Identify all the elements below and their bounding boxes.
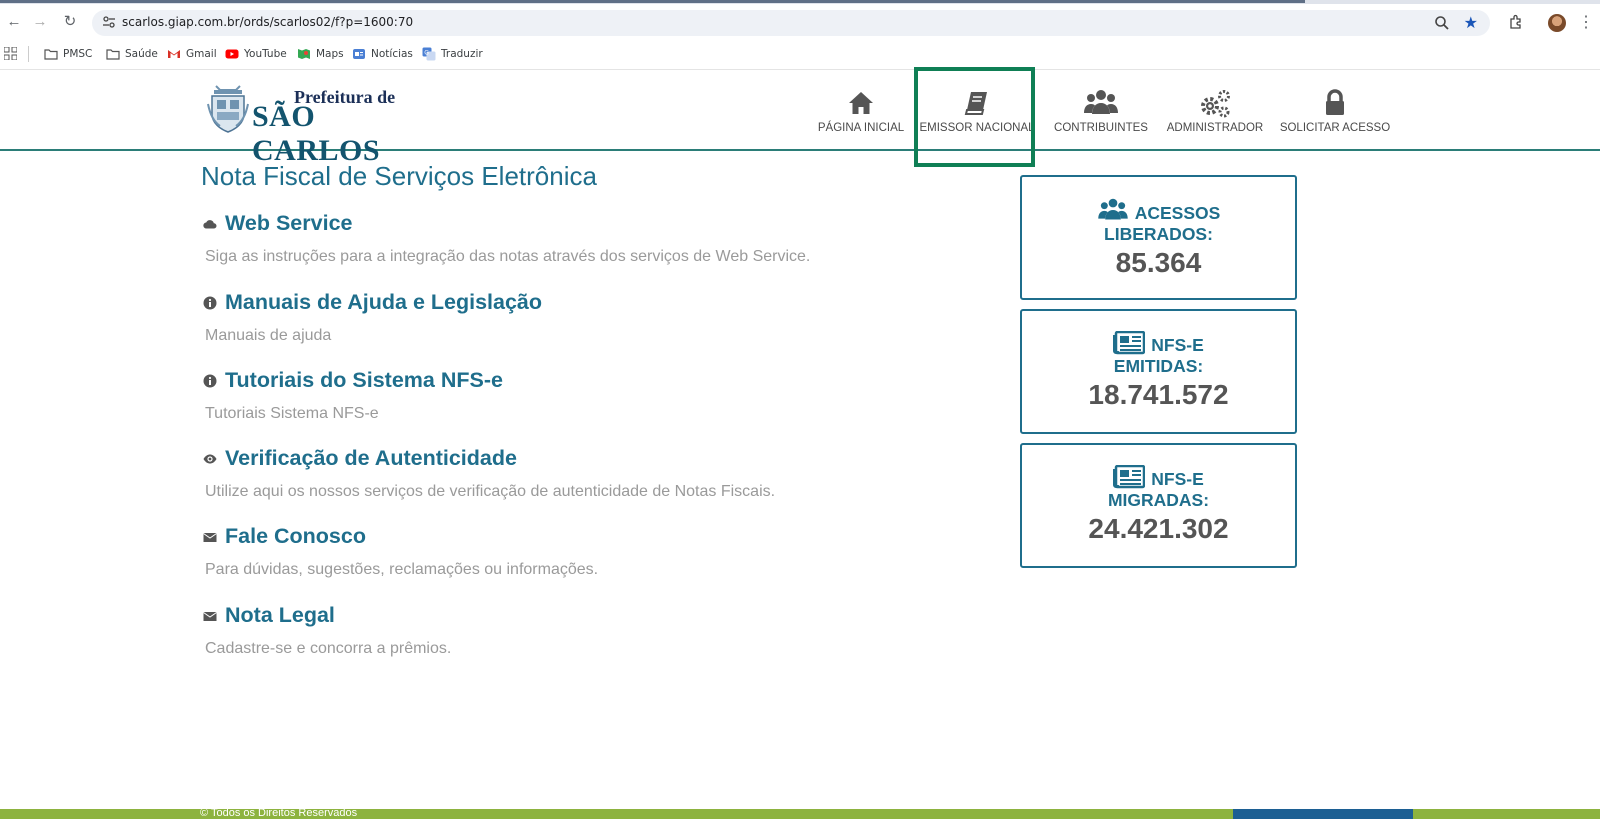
bookmark-label: Traduzir bbox=[441, 48, 483, 60]
stat-label-line1: NFS-E bbox=[1151, 335, 1204, 355]
section-manuais: Manuais de Ajuda e Legislação Manuais de… bbox=[203, 290, 542, 345]
stat-value: 85.364 bbox=[1115, 247, 1202, 278]
bookmark-label: PMSC bbox=[63, 48, 93, 60]
svg-text:G: G bbox=[424, 50, 429, 57]
logo-city-name: SÃO CARLOS bbox=[252, 100, 381, 167]
stat-card-acessos: ACESSOS LIBERADOS: 85.364 bbox=[1020, 175, 1297, 300]
nav-solicitar-acesso[interactable]: SOLICITAR ACESSO bbox=[1276, 88, 1394, 134]
stat-label-line1: NFS-E bbox=[1151, 469, 1204, 489]
gears-icon bbox=[1201, 90, 1230, 118]
bookmark-gmail[interactable]: Gmail bbox=[167, 46, 217, 62]
nav-label: ADMINISTRADOR bbox=[1166, 122, 1264, 134]
section-description: Tutoriais Sistema NFS-e bbox=[205, 405, 379, 422]
forward-icon[interactable]: → bbox=[30, 12, 50, 32]
address-bar[interactable]: scarlos.giap.com.br/ords/scarlos02/f?p=1… bbox=[92, 10, 1490, 36]
section-fale-conosco: Fale Conosco Para dúvidas, sugestões, re… bbox=[203, 524, 598, 579]
footer-blue-tab[interactable] bbox=[1233, 809, 1413, 819]
bookmark-maps[interactable]: Maps bbox=[297, 46, 344, 62]
bookmark-pmsc[interactable]: PMSC bbox=[44, 46, 92, 62]
youtube-icon bbox=[225, 49, 239, 59]
gmail-icon bbox=[168, 50, 180, 58]
news-icon bbox=[353, 49, 365, 59]
city-seal-icon bbox=[207, 85, 249, 133]
stat-card-emitidas: NFS-E EMITIDAS: 18.741.572 bbox=[1020, 309, 1297, 434]
page-title: Nota Fiscal de Serviços Eletrônica bbox=[201, 161, 597, 191]
section-title-link[interactable]: Tutoriais do Sistema NFS-e bbox=[225, 368, 503, 393]
eye-icon bbox=[203, 454, 217, 463]
zoom-icon[interactable] bbox=[1434, 15, 1450, 31]
bookmark-label: Notícias bbox=[371, 48, 413, 60]
stat-label-line1: ACESSOS bbox=[1134, 203, 1221, 223]
info-icon bbox=[203, 296, 217, 309]
folder-icon bbox=[106, 49, 120, 60]
section-description: Siga as instruções para a integração das… bbox=[205, 248, 811, 265]
section-title-link[interactable]: Verificação de Autenticidade bbox=[225, 446, 517, 471]
nav-administrador[interactable]: ADMINISTRADOR bbox=[1163, 88, 1267, 134]
users-icon bbox=[1084, 90, 1118, 114]
home-icon bbox=[849, 92, 873, 114]
bookmarks-divider bbox=[28, 46, 29, 62]
bookmarks-bar: PMSC Saúde Gmail YouTube Maps Notícias G… bbox=[0, 40, 1600, 70]
stat-card-migradas: NFS-E MIGRADAS: 24.421.302 bbox=[1020, 443, 1297, 568]
extensions-icon[interactable] bbox=[1508, 14, 1524, 30]
envelope-icon bbox=[203, 532, 217, 542]
stat-value: 24.421.302 bbox=[1088, 513, 1229, 544]
section-description: Manuais de ajuda bbox=[205, 327, 332, 344]
stat-value: 18.741.572 bbox=[1088, 379, 1229, 410]
bookmark-traduzir[interactable]: G Traduzir bbox=[422, 46, 483, 62]
section-verificacao: Verificação de Autenticidade Utilize aqu… bbox=[203, 446, 775, 501]
bookmark-label: Saúde bbox=[125, 48, 158, 60]
site-header: Prefeitura de SÃO CARLOS PÁGINA INICIAL … bbox=[0, 70, 1600, 167]
lock-icon bbox=[1326, 89, 1344, 115]
nav-pagina-inicial[interactable]: PÁGINA INICIAL bbox=[816, 88, 906, 134]
section-tutoriais: Tutoriais do Sistema NFS-e Tutoriais Sis… bbox=[203, 368, 503, 423]
highlight-annotation-box bbox=[914, 67, 1035, 167]
stat-label-line2: LIBERADOS: bbox=[1104, 224, 1213, 244]
profile-avatar[interactable] bbox=[1548, 14, 1566, 32]
cloud-icon bbox=[203, 219, 217, 229]
bookmark-label: Gmail bbox=[186, 48, 217, 60]
maps-icon bbox=[298, 49, 310, 59]
site-info-icon[interactable] bbox=[102, 15, 116, 29]
section-description: Para dúvidas, sugestões, reclamações ou … bbox=[205, 561, 599, 578]
stat-label-line2: EMITIDAS: bbox=[1113, 356, 1204, 376]
bookmark-saude[interactable]: Saúde bbox=[106, 46, 158, 62]
section-description: Cadastre-se e concorra a prêmios. bbox=[205, 640, 452, 657]
nav-label: CONTRIBUINTES bbox=[1054, 122, 1148, 134]
info-icon bbox=[203, 374, 217, 387]
stat-label-line2: MIGRADAS: bbox=[1107, 490, 1210, 510]
nav-label: SOLICITAR ACESSO bbox=[1279, 122, 1391, 134]
apps-grid-icon[interactable] bbox=[4, 47, 17, 60]
nav-contribuintes[interactable]: CONTRIBUINTES bbox=[1051, 88, 1151, 134]
section-web-service: Web Service Siga as instruções para a in… bbox=[203, 211, 810, 266]
newspaper-icon bbox=[1113, 465, 1146, 489]
translate-icon: G bbox=[422, 47, 436, 61]
prefeitura-logo[interactable]: Prefeitura de SÃO CARLOS bbox=[206, 84, 436, 167]
back-icon[interactable]: ← bbox=[4, 12, 24, 32]
bookmark-label: Maps bbox=[316, 48, 344, 60]
users-icon bbox=[1097, 198, 1128, 220]
active-tab-indicator bbox=[0, 0, 1305, 3]
browser-menu-icon[interactable]: ⋮ bbox=[1578, 12, 1594, 32]
folder-icon bbox=[44, 49, 58, 60]
nav-label: PÁGINA INICIAL bbox=[817, 122, 905, 134]
section-title-link[interactable]: Fale Conosco bbox=[225, 524, 366, 549]
newspaper-icon bbox=[1113, 331, 1146, 355]
browser-toolbar: ← → ↻ scarlos.giap.com.br/ords/scarlos02… bbox=[0, 4, 1600, 40]
section-title-link[interactable]: Nota Legal bbox=[225, 603, 335, 628]
site-footer: © Todos os Direitos Reservados bbox=[0, 809, 1600, 819]
section-title-link[interactable]: Web Service bbox=[225, 211, 352, 236]
bookmark-star-icon[interactable]: ★ bbox=[1464, 13, 1478, 33]
section-nota-legal: Nota Legal Cadastre-se e concorra a prêm… bbox=[203, 603, 451, 658]
bookmark-noticias[interactable]: Notícias bbox=[352, 46, 413, 62]
section-description: Utilize aqui os nossos serviços de verif… bbox=[205, 483, 776, 500]
section-title-link[interactable]: Manuais de Ajuda e Legislação bbox=[225, 290, 542, 315]
bookmark-youtube[interactable]: YouTube bbox=[225, 46, 287, 62]
url-text[interactable]: scarlos.giap.com.br/ords/scarlos02/f?p=1… bbox=[122, 15, 413, 29]
footer-copyright: © Todos os Direitos Reservados bbox=[200, 809, 358, 819]
bookmark-label: YouTube bbox=[244, 48, 287, 60]
reload-icon[interactable]: ↻ bbox=[60, 12, 80, 32]
envelope-icon bbox=[203, 611, 217, 621]
